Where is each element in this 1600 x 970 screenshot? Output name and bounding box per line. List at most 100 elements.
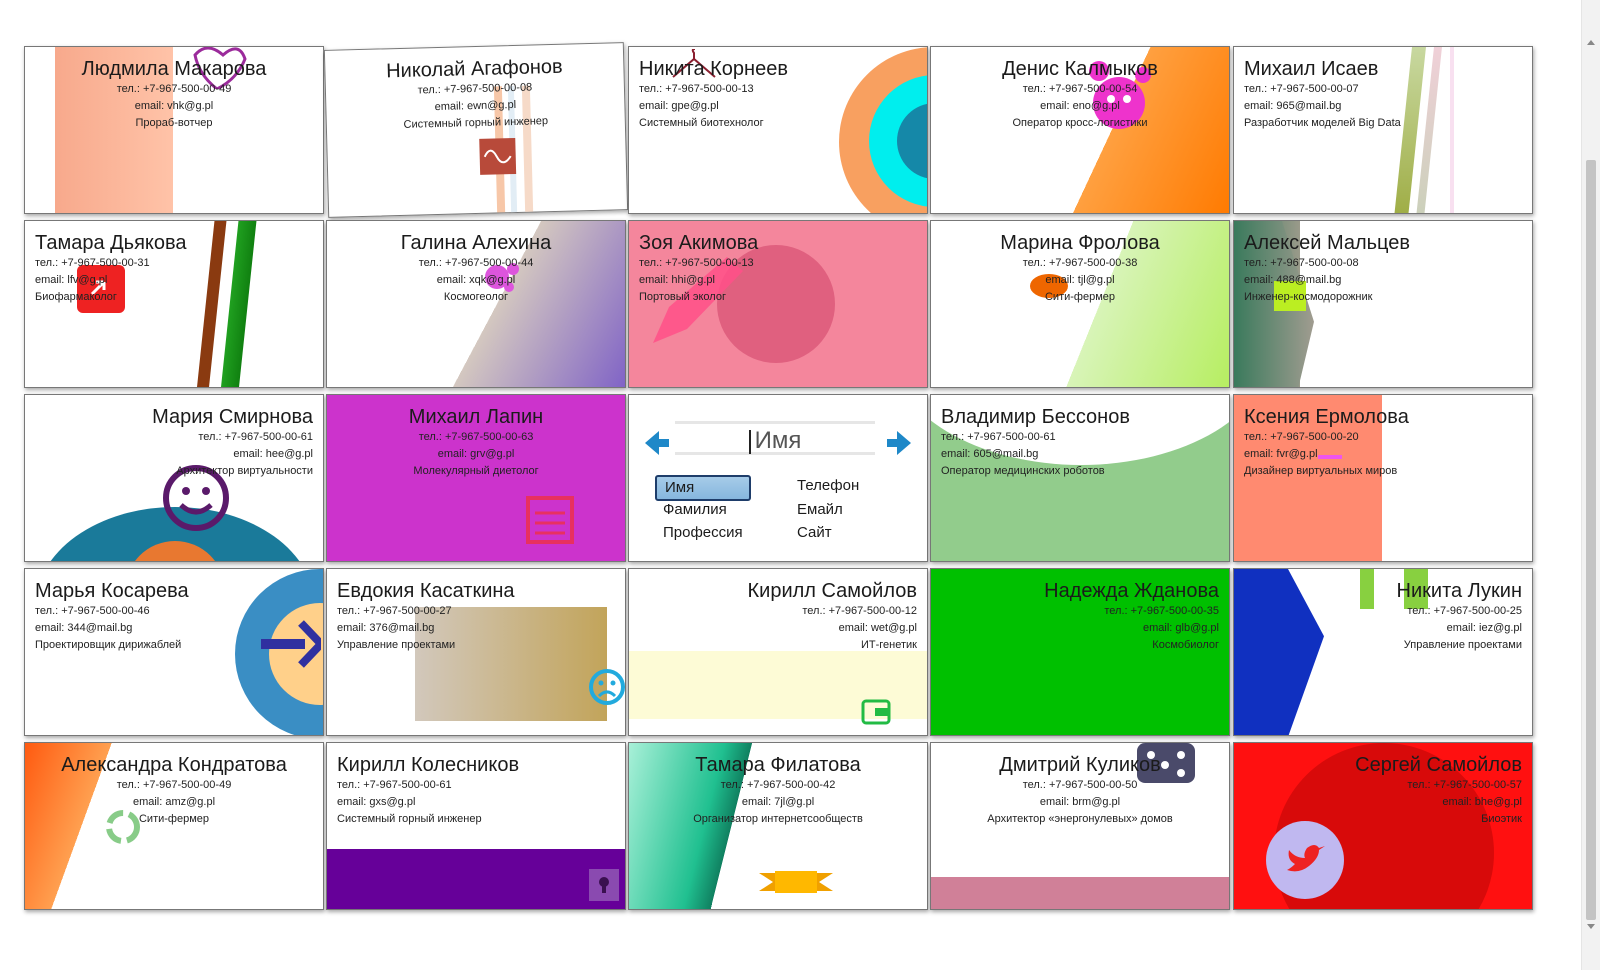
card-phone: тел.: +7-967-500-00-31 xyxy=(35,257,150,269)
card-email: email: gxs@g.pl xyxy=(337,796,416,808)
card-role: Инженер-космодорожник xyxy=(1244,291,1373,303)
card-email: email: 605@mail.bg xyxy=(941,448,1039,460)
business-card-grid: Людмила Макарова тел.: +7-967-500-00-49 … xyxy=(0,0,1580,970)
business-card[interactable]: Михаил Исаев тел.: +7-967-500-00-07 emai… xyxy=(1233,46,1533,214)
card-name: Сергей Самойлов xyxy=(1355,754,1522,776)
business-card[interactable]: Надежда Жданова тел.: +7-967-500-00-35 e… xyxy=(930,568,1230,736)
card-phone: тел.: +7-967-500-00-13 xyxy=(639,83,754,95)
card-email: email: hhi@g.pl xyxy=(639,274,715,286)
card-email: email: eno@g.pl xyxy=(1040,100,1120,112)
card-role: Биофармаколог xyxy=(35,291,117,303)
vertical-scrollbar[interactable] xyxy=(1581,0,1600,970)
option-phone[interactable]: Телефон xyxy=(797,475,859,497)
option-name[interactable]: Имя xyxy=(655,475,751,501)
business-card[interactable]: Никита Лукин тел.: +7-967-500-00-25 emai… xyxy=(1233,568,1533,736)
card-phone: тел.: +7-967-500-00-25 xyxy=(1407,605,1522,617)
card-phone: тел.: +7-967-500-00-27 xyxy=(337,605,452,617)
card-name: Тамара Филатова xyxy=(695,754,861,776)
business-card[interactable]: Кирилл Самойлов тел.: +7-967-500-00-12 e… xyxy=(628,568,928,736)
card-role: Сити-фермер xyxy=(138,813,210,825)
card-email: email: glb@g.pl xyxy=(1143,622,1219,634)
business-card[interactable]: Михаил Лапин тел.: +7-967-500-00-63 emai… xyxy=(326,394,626,562)
option-surname[interactable]: Фамилия xyxy=(663,499,727,521)
scroll-up-icon[interactable] xyxy=(1587,40,1595,45)
card-email: email: brm@g.pl xyxy=(1039,796,1121,808)
business-card[interactable]: Николай Агафонов тел.: +7-967-500-00-08 … xyxy=(323,42,629,218)
business-card[interactable]: Галина Алехина тел.: +7-967-500-00-44 em… xyxy=(326,220,626,388)
card-email: email: 344@mail.bg xyxy=(35,622,133,634)
option-site[interactable]: Сайт xyxy=(797,522,832,544)
business-card[interactable]: Никита Корнеев тел.: +7-967-500-00-13 em… xyxy=(628,46,928,214)
business-card[interactable]: Денис Калмыков тел.: +7-967-500-00-54 em… xyxy=(930,46,1230,214)
card-role: Космобиолог xyxy=(1152,639,1219,651)
card-email: email: grv@g.pl xyxy=(437,448,515,460)
card-name: Марина Фролова xyxy=(1000,232,1160,254)
card-email: email: wet@g.pl xyxy=(838,622,917,634)
business-card[interactable]: Алексей Мальцев тел.: +7-967-500-00-08 e… xyxy=(1233,220,1533,388)
card-email: email: 376@mail.bg xyxy=(337,622,435,634)
card-name: Людмила Макарова xyxy=(81,58,267,80)
card-phone: тел.: +7-967-500-00-46 xyxy=(35,605,150,617)
card-name: Евдокия Касаткина xyxy=(337,580,515,602)
arrow-right-icon[interactable] xyxy=(887,431,911,455)
card-phone: тел.: +7-967-500-00-54 xyxy=(1022,83,1138,95)
business-card[interactable]: Тамара Филатова тел.: +7-967-500-00-42 e… xyxy=(628,742,928,910)
option-profession[interactable]: Профессия xyxy=(663,522,743,544)
business-card[interactable]: Марина Фролова тел.: +7-967-500-00-38 em… xyxy=(930,220,1230,388)
business-card[interactable]: Владимир Бессонов тел.: +7-967-500-00-61… xyxy=(930,394,1230,562)
card-phone: тел.: +7-967-500-00-61 xyxy=(198,431,313,443)
field-value: Имя xyxy=(754,427,802,454)
scrollbar-thumb[interactable] xyxy=(1586,160,1596,920)
card-email: email: hee@g.pl xyxy=(233,448,313,460)
business-card[interactable]: Мария Смирнова тел.: +7-967-500-00-61 em… xyxy=(24,394,324,562)
card-phone: тел.: +7-967-500-00-12 xyxy=(802,605,917,617)
card-email: email: 965@mail.bg xyxy=(1244,100,1342,112)
card-phone: тел.: +7-967-500-00-35 xyxy=(1104,605,1219,617)
card-name: Алексей Мальцев xyxy=(1244,232,1411,254)
card-phone: тел.: +7-967-500-00-20 xyxy=(1244,431,1359,443)
option-email[interactable]: Емайл xyxy=(797,499,843,521)
card-phone: тел.: +7-967-500-00-07 xyxy=(1244,83,1359,95)
card-role: Управление проектами xyxy=(1403,639,1522,651)
card-name: Мария Смирнова xyxy=(152,406,313,428)
business-card[interactable]: Зоя Акимова тел.: +7-967-500-00-13 email… xyxy=(628,220,928,388)
card-role: Оператор кросс-логистики xyxy=(1012,117,1148,129)
card-phone: тел.: +7-967-500-00-50 xyxy=(1022,779,1138,791)
business-card[interactable]: Кирилл Колесников тел.: +7-967-500-00-61… xyxy=(326,742,626,910)
card-name: Кирилл Самойлов xyxy=(747,580,918,602)
business-card[interactable]: Дмитрий Куликов тел.: +7-967-500-00-50 e… xyxy=(930,742,1230,910)
business-card[interactable]: Тамара Дьякова тел.: +7-967-500-00-31 em… xyxy=(24,220,324,388)
card-name: Михаил Исаев xyxy=(1244,58,1379,80)
card-role: Космогеолог xyxy=(443,291,509,303)
scroll-down-icon[interactable] xyxy=(1587,924,1595,929)
card-role: Организатор интернетсообществ xyxy=(693,813,863,825)
business-card[interactable]: Евдокия Касаткина тел.: +7-967-500-00-27… xyxy=(326,568,626,736)
business-card[interactable]: Александра Кондратова тел.: +7-967-500-0… xyxy=(24,742,324,910)
card-name: Тамара Дьякова xyxy=(35,232,187,254)
business-card[interactable]: Марья Косарева тел.: +7-967-500-00-46 em… xyxy=(24,568,324,736)
card-role: ИТ-генетик xyxy=(861,639,917,651)
card-email: email: vhk@g.pl xyxy=(134,100,214,112)
card-name: Денис Калмыков xyxy=(1002,58,1158,80)
card-phone: тел.: +7-967-500-00-44 xyxy=(418,257,534,269)
card-name: Зоя Акимова xyxy=(639,232,759,254)
card-name: Никита Корнеев xyxy=(639,58,788,80)
card-phone: тел.: +7-967-500-00-08 xyxy=(1244,257,1359,269)
business-card[interactable]: Людмила Макарова тел.: +7-967-500-00-49 … xyxy=(24,46,324,214)
business-card[interactable]: Сергей Самойлов тел.: +7-967-500-00-57 e… xyxy=(1233,742,1533,910)
card-name: Марья Косарева xyxy=(35,580,189,602)
card-role: Биоэтик xyxy=(1481,813,1522,825)
card-role: Системный горный инженер xyxy=(337,813,482,825)
field-name-input[interactable]: Имя xyxy=(675,421,875,455)
arrow-left-icon[interactable] xyxy=(645,431,669,455)
card-name: Владимир Бессонов xyxy=(941,406,1130,428)
card-email: email: 7jl@g.pl xyxy=(741,796,815,808)
card-email: email: fvr@g.pl xyxy=(1244,448,1318,460)
card-role: Разработчик моделей Big Data xyxy=(1244,117,1401,129)
card-name: Дмитрий Куликов xyxy=(999,754,1161,776)
card-phone: тел.: +7-967-500-00-13 xyxy=(639,257,754,269)
card-phone: тел.: +7-967-500-00-61 xyxy=(941,431,1056,443)
card-email: email: amz@g.pl xyxy=(132,796,216,808)
business-card[interactable]: Ксения Ермолова тел.: +7-967-500-00-20 e… xyxy=(1233,394,1533,562)
card-phone: тел.: +7-967-500-00-49 xyxy=(116,779,232,791)
